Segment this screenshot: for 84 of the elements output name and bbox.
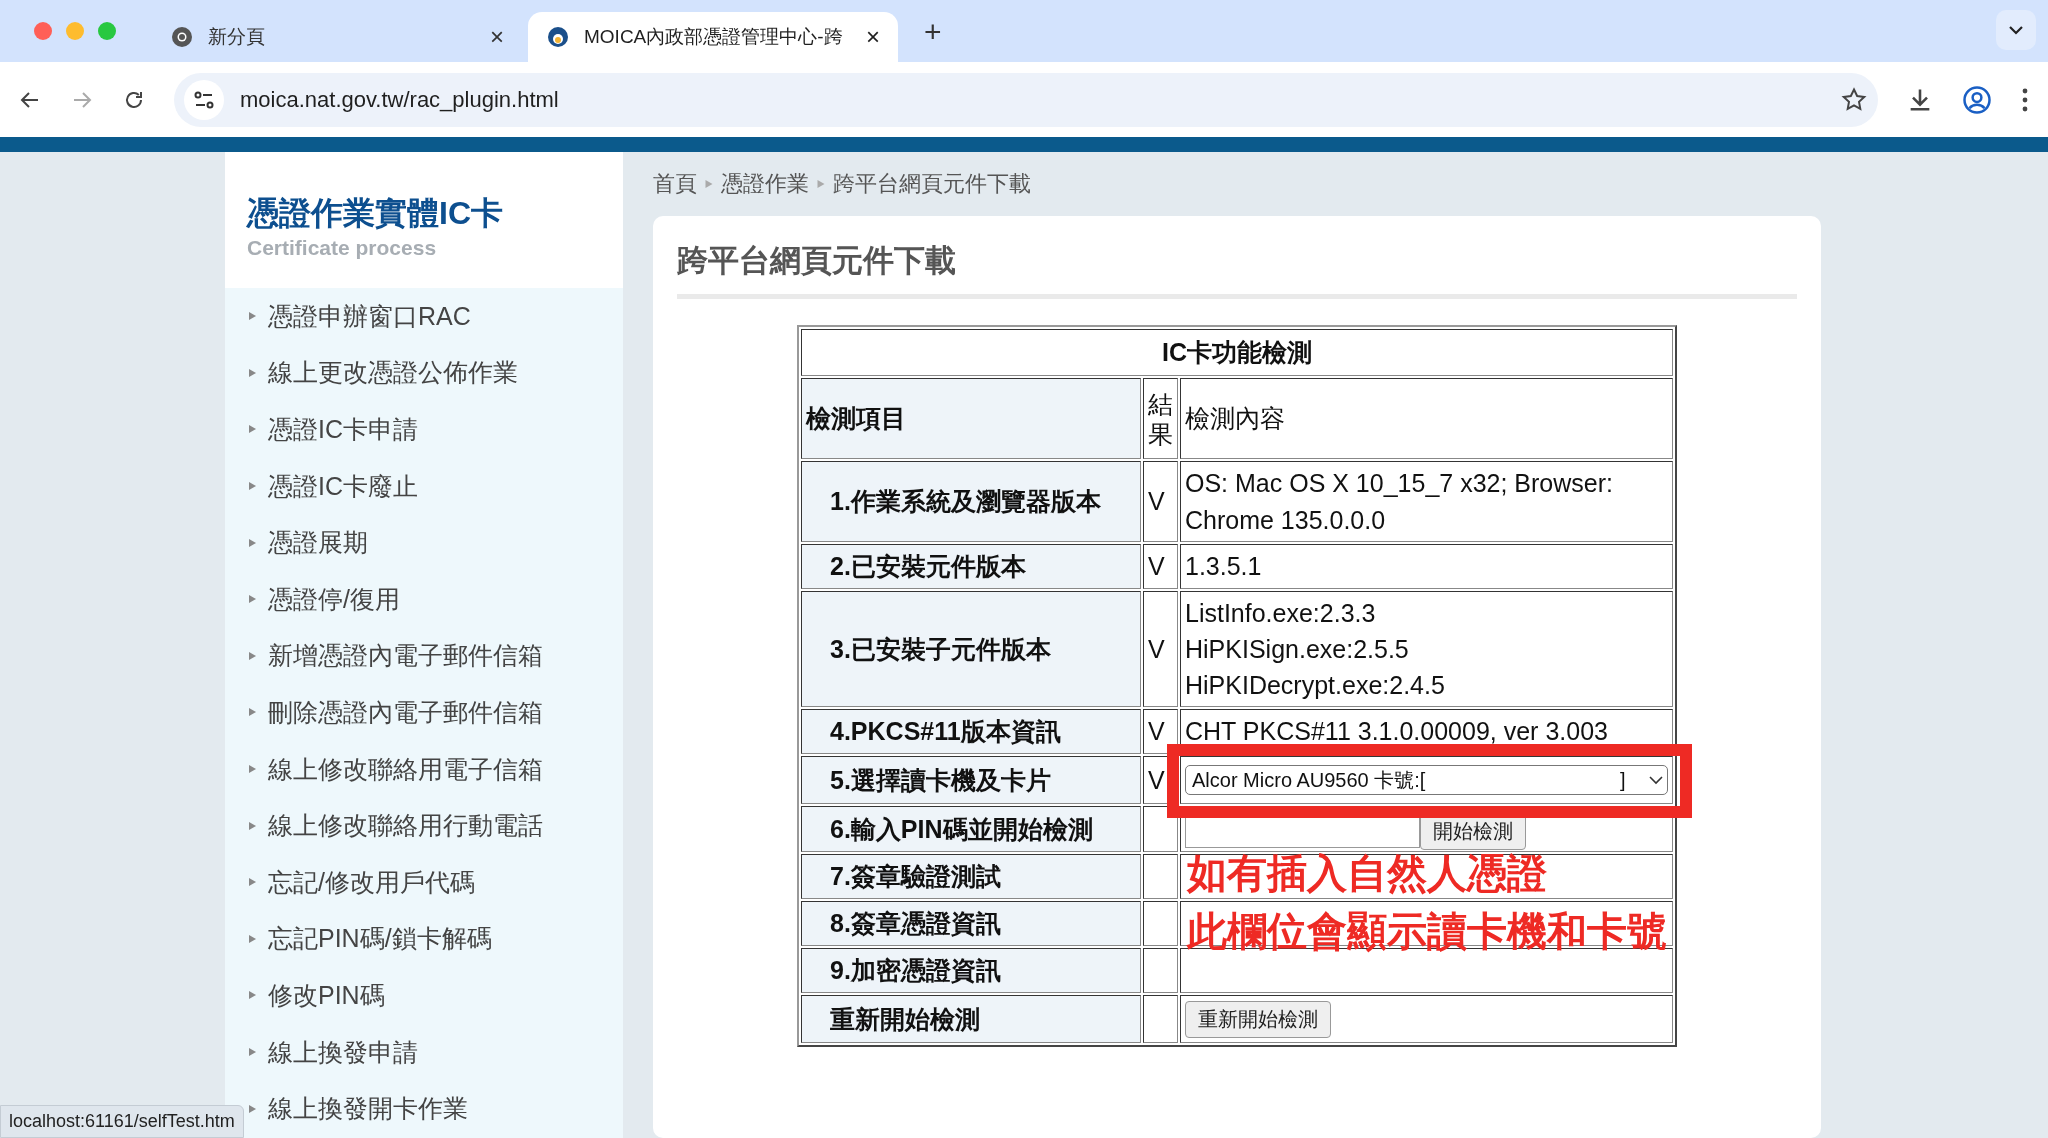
new-tab-button[interactable]: + — [924, 15, 942, 49]
sidebar-item[interactable]: 線上修改聯絡用電子信箱 — [249, 740, 623, 798]
sidebar-item[interactable]: 刪除憑證內電子郵件信箱 — [249, 684, 623, 741]
chevron-down-icon — [2008, 25, 2024, 35]
bullet-icon — [249, 651, 256, 660]
browser-tab[interactable]: MOICA內政部憑證管理中心-跨 × — [528, 12, 898, 62]
bullet-icon — [249, 368, 256, 377]
sidebar-item[interactable]: 新增憑證內電子郵件信箱 — [249, 627, 623, 685]
check-content: HiPKIDecrypt.exe:2.4.5 — [1185, 670, 1446, 702]
result-cell — [1143, 901, 1178, 946]
sidebar-item[interactable]: 線上換發申請 — [249, 1023, 623, 1081]
result-cell: V — [1143, 544, 1178, 589]
bullet-icon — [249, 425, 256, 434]
sidebar-item[interactable]: 憑證展期 — [249, 514, 623, 571]
sidebar-item[interactable]: 忘記/修改用戶代碼 — [249, 853, 623, 911]
page-title: 跨平台網頁元件下載 — [677, 240, 1797, 299]
bullet-icon — [249, 708, 256, 717]
reader-select[interactable]: Alcor Micro AU9560 卡號:[ ] — [1185, 765, 1668, 795]
check-item: 2.已安裝元件版本 — [801, 544, 1141, 589]
check-content: CHT PKCS#11 3.1.0.00009, ver 3.003 — [1185, 716, 1609, 748]
sidebar-title: 憑證作業實體IC卡 — [247, 194, 504, 233]
sidebar-item[interactable]: 線上修改聯絡用行動電話 — [249, 797, 623, 854]
check-item: 7.簽章驗證測試 — [801, 854, 1141, 899]
chevron-down-icon — [1649, 775, 1663, 785]
bullet-icon — [249, 1104, 256, 1113]
column-header: 結果 — [1143, 378, 1178, 459]
sidebar-item[interactable]: 線上換發開卡作業 — [249, 1080, 623, 1137]
separator-icon — [817, 180, 825, 188]
address-bar[interactable]: moica.nat.gov.tw/rac_plugin.html — [174, 72, 1878, 127]
check-content: ListInfo.exe:2.3.3 — [1185, 597, 1377, 629]
bullet-icon — [249, 934, 256, 943]
breadcrumb-link[interactable]: 首頁 — [653, 169, 697, 199]
bullet-icon — [249, 312, 256, 321]
annotation-text: 如有插入自然人憑證 — [1187, 851, 1547, 895]
result-cell: V — [1143, 709, 1178, 754]
browser-tab[interactable]: 新分頁 × — [152, 12, 522, 62]
bookmark-star-icon[interactable] — [1840, 85, 1868, 114]
bullet-icon — [249, 538, 256, 547]
sidebar-item[interactable]: 憑證停/復用 — [249, 570, 623, 628]
result-cell — [1143, 948, 1178, 993]
sidebar-item[interactable]: 線上更改憑證公佈作業 — [249, 344, 623, 402]
check-item: 8.簽章憑證資訊 — [801, 901, 1141, 946]
result-cell: V — [1143, 591, 1178, 707]
check-content: OS: Mac OS X 10_15_7 x32; Browser: Chrome 135.0.0.0 — [1185, 468, 1614, 536]
annotation-text: 此欄位會顯示讀卡機和卡號 — [1187, 909, 1667, 953]
status-url: localhost:61161/selfTest.htm — [0, 1105, 244, 1138]
restart-button[interactable]: 重新開始檢測 — [1185, 1000, 1331, 1038]
result-cell — [1143, 854, 1178, 899]
site-logo-icon — [546, 25, 570, 49]
column-header: 檢測內容 — [1180, 378, 1673, 459]
bullet-icon — [249, 821, 256, 830]
result-cell: V — [1143, 461, 1178, 542]
check-content: HiPKISign.exe:2.5.5 — [1185, 633, 1410, 665]
tab-list-button[interactable] — [1996, 10, 2036, 50]
bullet-icon — [249, 765, 256, 774]
result-cell — [1143, 995, 1178, 1043]
sidebar-item[interactable]: 憑證IC卡申請 — [249, 401, 623, 458]
bullet-icon — [249, 1048, 256, 1056]
separator-icon — [705, 180, 713, 188]
result-cell — [1143, 806, 1178, 852]
check-item: 4.PKCS#11版本資訊 — [801, 709, 1141, 754]
sidebar-item[interactable]: 修改PIN碼 — [249, 967, 623, 1024]
check-content: 1.3.5.1 — [1185, 551, 1263, 583]
check-item: 6.輸入PIN碼並開始檢測 — [801, 806, 1141, 852]
sidebar-item[interactable]: 憑證IC卡廢止 — [249, 457, 623, 515]
check-item: 重新開始檢測 — [801, 995, 1141, 1043]
bullet-icon — [249, 991, 256, 1000]
check-item: 1.作業系統及瀏覽器版本 — [801, 461, 1141, 542]
breadcrumb-link[interactable]: 憑證作業 — [721, 169, 809, 199]
bullet-icon — [249, 482, 256, 491]
column-header: 檢測項目 — [801, 378, 1141, 459]
breadcrumb-link[interactable]: 跨平台網頁元件下載 — [833, 169, 1031, 199]
sidebar-item[interactable]: 忘記PIN碼/鎖卡解碼 — [249, 910, 623, 968]
browser-logo-icon — [170, 25, 194, 49]
table-caption: IC卡功能檢測 — [801, 329, 1673, 376]
bullet-icon — [249, 878, 256, 887]
profile-icon[interactable] — [1962, 84, 1992, 115]
check-item: 3.已安裝子元件版本 — [801, 591, 1141, 707]
check-item: 9.加密憑證資訊 — [801, 948, 1141, 993]
bullet-icon — [249, 595, 256, 604]
check-item: 5.選擇讀卡機及卡片 — [801, 756, 1141, 804]
menu-icon[interactable] — [2020, 86, 2030, 113]
sidebar-subtitle: Certificate process — [247, 236, 438, 260]
sidebar-item[interactable]: 憑證申辦窗口RAC — [249, 288, 623, 345]
